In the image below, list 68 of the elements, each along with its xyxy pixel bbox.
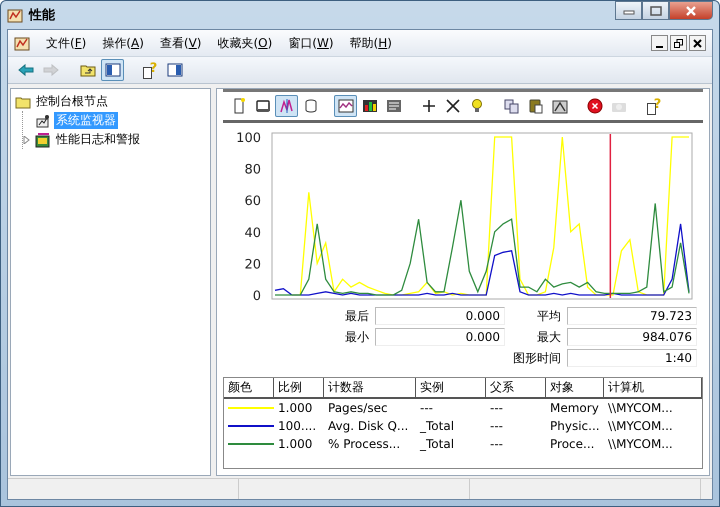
stat-label: 最大 <box>537 328 561 346</box>
table-cell-text: Avg. Disk Q... <box>327 418 410 435</box>
stat-value: 984.076 <box>567 328 697 346</box>
menu-item[interactable]: 查看(V) <box>160 34 202 52</box>
table-cell-text: _Total <box>418 436 456 453</box>
minimize-icon <box>656 46 663 48</box>
minimize-button[interactable] <box>651 35 668 51</box>
menu-item[interactable]: 文件(F) <box>46 34 86 52</box>
close-icon <box>693 38 702 48</box>
log-icon <box>35 132 51 148</box>
table-cell-text: Memory <box>549 400 600 417</box>
stat-label: 平均 <box>537 308 561 324</box>
monitor-icon <box>35 112 51 128</box>
window-title: 性能 <box>29 7 55 24</box>
table-cell-text: _Total <box>418 418 456 435</box>
axis-tick-label: 60 <box>244 194 261 210</box>
table-cell-text: --- <box>419 400 434 417</box>
tree-pane-icon[interactable] <box>101 59 124 81</box>
document-icon[interactable] <box>14 35 30 51</box>
app-icon <box>7 7 23 23</box>
stat-value: 1:40 <box>567 349 697 367</box>
menu-item[interactable]: 帮助(H) <box>350 34 392 52</box>
close-button[interactable] <box>689 35 706 51</box>
table-cell-text: Proce... <box>549 436 596 453</box>
table-cell-text: \\MYCOM... <box>607 418 674 435</box>
maximize-button[interactable] <box>642 1 669 20</box>
column-header[interactable]: 对象 <box>546 378 604 397</box>
table-cell-text: 1.000 <box>277 400 314 417</box>
table-cell-text: --- <box>489 436 504 453</box>
expand-arrow-icon[interactable] <box>23 136 32 144</box>
table-cell-text: 100.... <box>277 418 318 435</box>
table-cell-text: Pages/sec <box>327 400 389 417</box>
graph-spark-icon[interactable] <box>275 95 298 117</box>
menu-item[interactable]: 窗口(W) <box>288 34 334 52</box>
column-header[interactable]: 颜色 <box>224 378 274 397</box>
maximize-icon <box>650 6 662 16</box>
axis-tick-label: 80 <box>244 162 261 178</box>
menu-item[interactable]: 收藏夹(O) <box>217 34 272 52</box>
table-cell-text: \\MYCOM... <box>607 436 674 453</box>
column-header[interactable]: 父系 <box>486 378 546 397</box>
stat-label: 图形时间 <box>513 350 561 366</box>
minimize-button[interactable] <box>615 1 642 20</box>
stat-value: 0.000 <box>375 307 505 325</box>
table-cell-text: Physic... <box>549 418 601 435</box>
table-cell-text: --- <box>489 400 504 417</box>
tree-item[interactable]: 控制台根节点 <box>34 93 110 110</box>
table-cell-text: --- <box>489 418 504 435</box>
table-cell-text: \\MYCOM... <box>607 400 674 417</box>
column-header[interactable]: 计算机 <box>604 378 702 397</box>
stat-value: 79.723 <box>567 307 697 325</box>
tree-item[interactable]: 性能日志和警报 <box>54 131 142 148</box>
column-header[interactable]: 比例 <box>274 378 324 397</box>
column-header[interactable]: 实例 <box>416 378 486 397</box>
close-icon <box>685 6 697 16</box>
stat-label: 最小 <box>345 328 369 346</box>
table-cell-text: % Process... <box>327 436 402 453</box>
line-chart-icon[interactable] <box>334 95 357 117</box>
axis-tick-label: 0 <box>252 289 261 303</box>
restore-button[interactable] <box>670 35 687 51</box>
axis-tick-label: 40 <box>244 226 261 241</box>
axis-tick-label: 100 <box>236 131 261 146</box>
restore-icon <box>674 38 683 48</box>
table-cell-text: 1.000 <box>277 436 314 453</box>
stat-label: 最后 <box>345 308 369 324</box>
axis-tick-label: 20 <box>244 257 261 272</box>
stat-value: 0.000 <box>375 328 505 346</box>
column-header[interactable]: 计数器 <box>324 378 416 397</box>
menu-item[interactable]: 操作(A) <box>102 34 144 52</box>
